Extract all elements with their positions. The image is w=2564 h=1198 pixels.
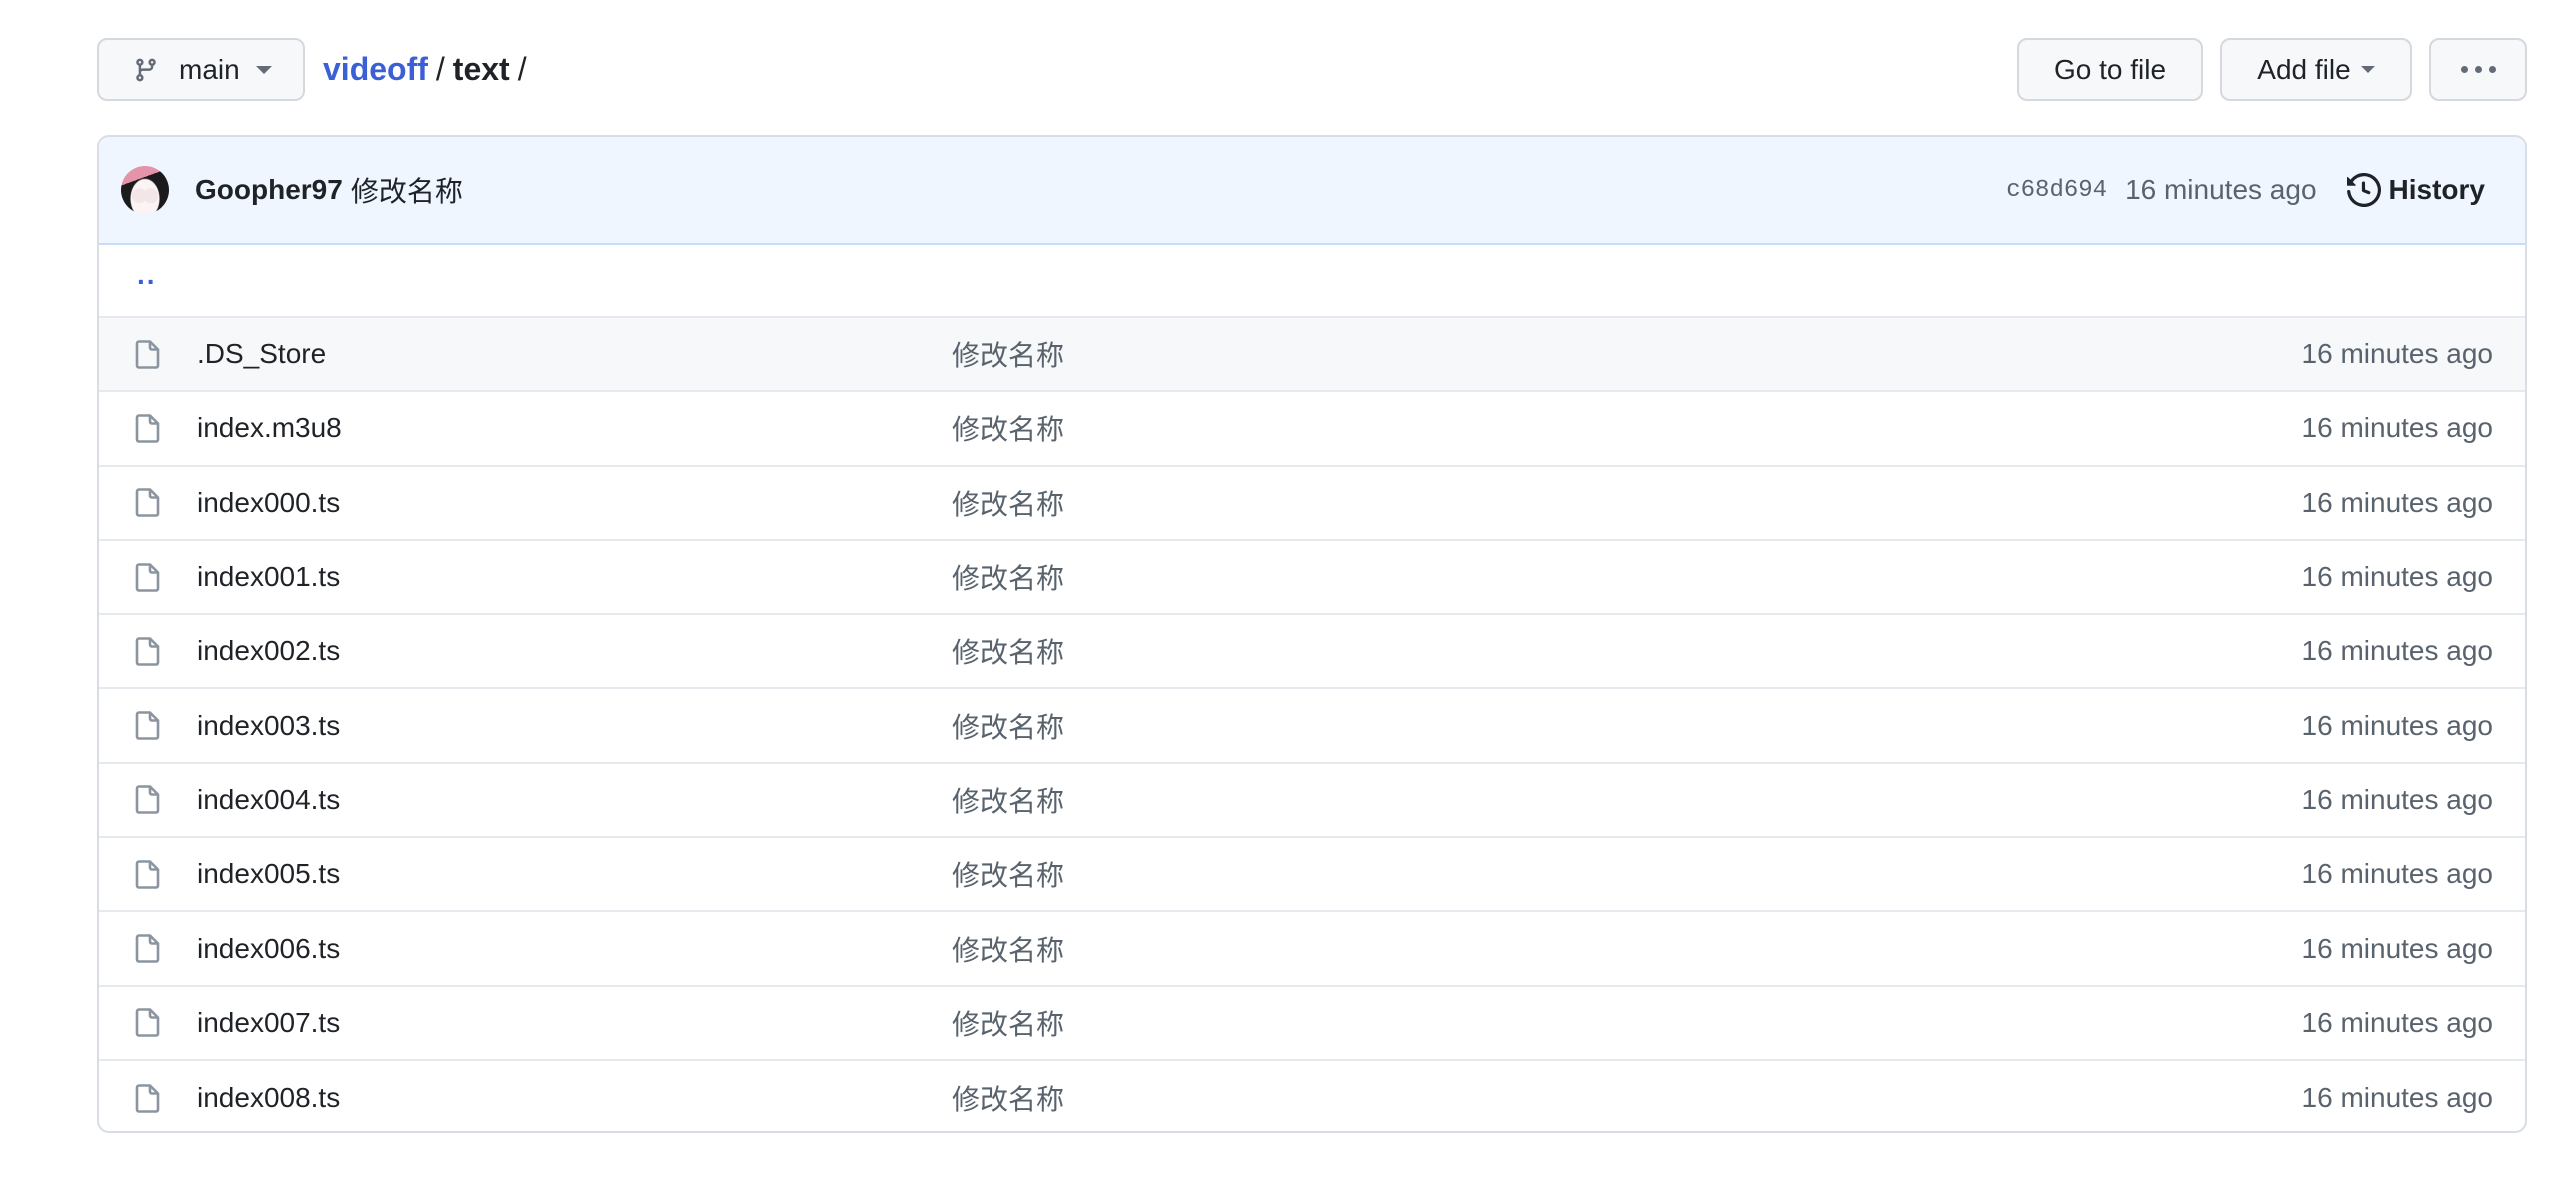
file-commit-time: 16 minutes ago xyxy=(2301,1006,2493,1038)
file-row[interactable]: index007.ts 修改名称 16 minutes ago xyxy=(99,987,2525,1061)
file-commit-message-link[interactable]: 修改名称 xyxy=(952,483,1064,523)
file-list: .DS_Store 修改名称 16 minutes ago index.m3u8… xyxy=(99,318,2525,1131)
branch-selector-button[interactable]: main xyxy=(97,38,305,101)
file-commit-message-link[interactable]: 修改名称 xyxy=(952,780,1064,820)
file-name-link[interactable]: index006.ts xyxy=(197,933,340,965)
go-to-file-button[interactable]: Go to file xyxy=(2017,38,2203,101)
file-row[interactable]: index005.ts 修改名称 16 minutes ago xyxy=(99,838,2525,913)
file-row[interactable]: index006.ts 修改名称 16 minutes ago xyxy=(99,912,2525,987)
chevron-down-icon xyxy=(2360,66,2375,73)
breadcrumb-current-dir: text xyxy=(452,51,510,87)
file-row[interactable]: index001.ts 修改名称 16 minutes ago xyxy=(99,541,2525,616)
commit-time: 16 minutes ago xyxy=(2125,174,2317,205)
go-to-file-label: Go to file xyxy=(2053,53,2167,85)
file-row[interactable]: .DS_Store 修改名称 16 minutes ago xyxy=(99,318,2525,393)
file-commit-time: 16 minutes ago xyxy=(2301,783,2493,815)
file-row[interactable]: index003.ts 修改名称 16 minutes ago xyxy=(99,689,2525,764)
file-icon xyxy=(135,934,160,963)
file-name-link[interactable]: index.m3u8 xyxy=(197,412,342,444)
file-name-link[interactable]: index007.ts xyxy=(197,1007,340,1039)
file-commit-time: 16 minutes ago xyxy=(2301,486,2493,518)
commit-author-link[interactable]: Goopher97 xyxy=(195,174,343,206)
file-icon xyxy=(135,785,160,815)
breadcrumb-separator: / xyxy=(517,51,527,87)
commit-summary: Goopher97 修改名称 xyxy=(195,137,463,243)
file-icon xyxy=(135,859,160,889)
parent-directory-row[interactable]: .. xyxy=(99,245,2525,318)
file-name-link[interactable]: index002.ts xyxy=(197,635,340,667)
file-icon xyxy=(135,637,160,666)
file-commit-time: 16 minutes ago xyxy=(2301,932,2493,964)
latest-commit-bar: Goopher97 修改名称 c68d694 16 minutes ago Hi… xyxy=(99,137,2525,245)
file-browser: Goopher97 修改名称 c68d694 16 minutes ago Hi… xyxy=(97,135,2527,1133)
file-icon xyxy=(135,1008,160,1038)
file-commit-time: 16 minutes ago xyxy=(2301,858,2493,890)
file-commit-message-link[interactable]: 修改名称 xyxy=(952,929,1064,969)
commit-sha-link[interactable]: c68d694 xyxy=(2006,177,2107,204)
file-commit-message-link[interactable]: 修改名称 xyxy=(952,334,1064,374)
parent-directory-link[interactable]: .. xyxy=(137,259,157,291)
add-file-button[interactable]: Add file xyxy=(2220,38,2412,101)
file-commit-message-link[interactable]: 修改名称 xyxy=(952,408,1064,448)
file-commit-time: 16 minutes ago xyxy=(2301,338,2493,370)
history-icon xyxy=(2346,173,2381,207)
file-commit-message-link[interactable]: 修改名称 xyxy=(952,1003,1064,1043)
file-name-link[interactable]: index000.ts xyxy=(197,487,340,519)
history-label: History xyxy=(2388,174,2485,205)
file-commit-time: 16 minutes ago xyxy=(2301,709,2493,741)
kebab-horizontal-icon xyxy=(2460,66,2496,73)
file-name-link[interactable]: index004.ts xyxy=(197,784,340,816)
add-file-label: Add file xyxy=(2257,53,2351,85)
file-commit-time: 16 minutes ago xyxy=(2301,1082,2493,1114)
commit-meta: c68d694 16 minutes ago History xyxy=(2006,137,2525,243)
file-commit-message-link[interactable]: 修改名称 xyxy=(952,557,1064,597)
file-name-link[interactable]: index005.ts xyxy=(197,858,340,890)
file-name-link[interactable]: index003.ts xyxy=(197,710,340,742)
file-commit-message-link[interactable]: 修改名称 xyxy=(952,1078,1064,1118)
avatar[interactable] xyxy=(121,166,169,214)
file-icon xyxy=(135,562,160,592)
more-options-button[interactable] xyxy=(2429,38,2527,101)
file-commit-message-link[interactable]: 修改名称 xyxy=(952,631,1064,671)
file-icon xyxy=(135,488,160,518)
file-icon xyxy=(135,1083,160,1113)
file-name-link[interactable]: index001.ts xyxy=(197,561,340,593)
file-commit-time: 16 minutes ago xyxy=(2301,412,2493,444)
chevron-down-icon xyxy=(255,65,272,74)
commit-message[interactable]: 修改名称 xyxy=(351,170,463,210)
file-name-link[interactable]: index008.ts xyxy=(197,1082,340,1114)
file-icon xyxy=(135,711,160,740)
file-icon xyxy=(135,414,160,443)
breadcrumb-repo-link[interactable]: videoff xyxy=(323,51,428,88)
file-commit-time: 16 minutes ago xyxy=(2301,635,2493,667)
branch-name: main xyxy=(179,53,240,85)
file-commit-message-link[interactable]: 修改名称 xyxy=(952,854,1064,894)
file-commit-message-link[interactable]: 修改名称 xyxy=(952,706,1064,746)
file-row[interactable]: index.m3u8 修改名称 16 minutes ago xyxy=(99,392,2525,467)
file-commit-time: 16 minutes ago xyxy=(2301,561,2493,593)
file-row[interactable]: index004.ts 修改名称 16 minutes ago xyxy=(99,764,2525,839)
breadcrumb-separator: / xyxy=(435,51,445,87)
history-link[interactable]: History xyxy=(2346,173,2485,207)
file-row[interactable]: index008.ts 修改名称 16 minutes ago xyxy=(99,1061,2525,1131)
file-name-link[interactable]: .DS_Store xyxy=(197,338,326,370)
breadcrumb: videoff / text / xyxy=(323,38,535,101)
repo-toolbar: main videoff / text / Go to file Add fil… xyxy=(97,38,2527,102)
file-row[interactable]: index000.ts 修改名称 16 minutes ago xyxy=(99,467,2525,541)
file-row[interactable]: index002.ts 修改名称 16 minutes ago xyxy=(99,615,2525,690)
git-branch-icon xyxy=(136,58,156,81)
file-icon xyxy=(135,339,160,369)
